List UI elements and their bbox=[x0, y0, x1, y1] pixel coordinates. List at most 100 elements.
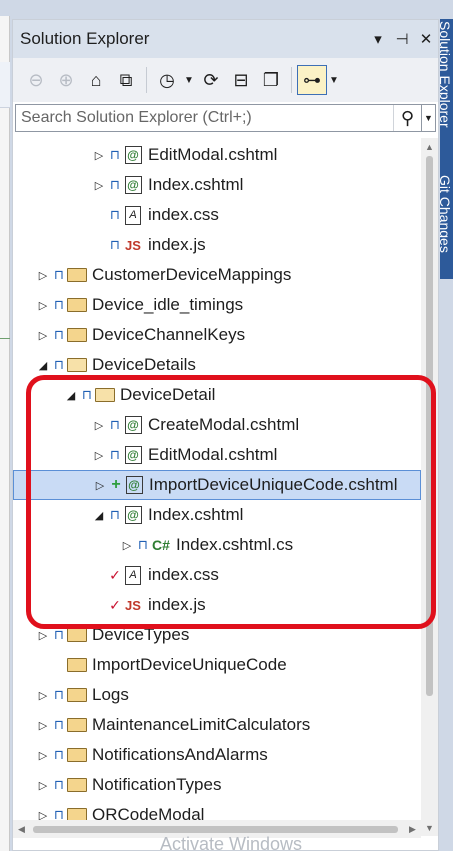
expand-arrow-icon[interactable]: ▷ bbox=[121, 530, 133, 560]
scroll-up-icon[interactable]: ▲ bbox=[421, 138, 438, 155]
lock-icon: ⊓ bbox=[53, 357, 65, 372]
expand-arrow-icon[interactable]: ▷ bbox=[37, 770, 49, 800]
tree-item[interactable]: ▷ + @ ImportDeviceUniqueCode.cshtml bbox=[13, 470, 421, 500]
tree-item[interactable]: ▷ ⊓ C# Index.cshtml.cs bbox=[13, 530, 421, 560]
scrollbar-thumb[interactable] bbox=[426, 156, 433, 696]
tree-item[interactable]: ▷ ⊓ NotificationTypes bbox=[13, 770, 421, 800]
sync-icon[interactable]: ⟳ bbox=[196, 65, 226, 95]
back-icon[interactable]: ⊖ bbox=[21, 65, 51, 95]
tree-item[interactable]: ▷ ⊓ MaintenanceLimitCalculators bbox=[13, 710, 421, 740]
tree-item[interactable]: ✓ Aindex.css bbox=[13, 560, 421, 590]
auto-hide-pin-icon[interactable]: ⊣ bbox=[390, 30, 414, 48]
tree-item[interactable]: ◢ ⊓ DeviceDetails bbox=[13, 350, 421, 380]
tree-item[interactable]: ▷ ⊓ @ EditModal.cshtml bbox=[13, 140, 421, 170]
lock-icon: ⊓ bbox=[53, 327, 65, 342]
folder-icon bbox=[66, 320, 88, 350]
expand-arrow-icon[interactable]: ▷ bbox=[37, 260, 49, 290]
scrollbar-thumb[interactable] bbox=[33, 826, 398, 833]
lock-icon: ⊓ bbox=[53, 627, 65, 642]
tree-item-label: EditModal.cshtml bbox=[148, 445, 278, 464]
expand-arrow-icon[interactable]: ▷ bbox=[37, 680, 49, 710]
tree-item[interactable]: ▷ ⊓ @ Index.cshtml bbox=[13, 170, 421, 200]
scroll-left-icon[interactable]: ◀ bbox=[13, 820, 30, 838]
expand-arrow-icon[interactable]: ▷ bbox=[94, 470, 106, 500]
lock-icon: ⊓ bbox=[137, 537, 149, 552]
editor-edge-band bbox=[0, 129, 10, 339]
chevron-down-icon[interactable]: ▼ bbox=[327, 75, 341, 86]
tree-item[interactable]: ▷ ⊓ CustomerDeviceMappings bbox=[13, 260, 421, 290]
tree-item[interactable]: ✓ JS index.js bbox=[13, 590, 421, 620]
razor-file-icon: @ bbox=[122, 170, 144, 200]
expand-arrow-icon[interactable]: ▷ bbox=[37, 740, 49, 770]
lock-icon: ⊓ bbox=[53, 747, 65, 762]
chevron-down-icon[interactable]: ▼ bbox=[182, 75, 196, 86]
pending-changes-filter-icon[interactable]: ◷ bbox=[152, 65, 182, 95]
collapse-arrow-icon[interactable]: ◢ bbox=[93, 500, 105, 530]
expand-arrow-icon[interactable]: ▷ bbox=[93, 440, 105, 470]
tree-item[interactable]: ▷ ⊓ @ CreateModal.cshtml bbox=[13, 410, 421, 440]
tree-item[interactable]: ▷ ⊓ Device_idle_timings bbox=[13, 290, 421, 320]
checked-out-icon: ✓ bbox=[109, 596, 121, 613]
csharp-file-icon: C# bbox=[152, 537, 170, 553]
tree-item[interactable]: ⊓ Aindex.css bbox=[13, 200, 421, 230]
tree-item[interactable]: ▷ ⊓ Logs bbox=[13, 680, 421, 710]
toolbar-separator bbox=[146, 67, 147, 93]
search-icon[interactable]: ⚲ bbox=[393, 105, 421, 131]
tree-item-label: Device_idle_timings bbox=[92, 295, 244, 314]
tree-item[interactable]: ImportDeviceUniqueCode bbox=[13, 650, 421, 680]
tree-item[interactable]: ◢ ⊓ @ Index.cshtml bbox=[13, 500, 421, 530]
side-tab-solution-explorer[interactable]: Solution Explorer bbox=[440, 21, 453, 128]
expand-arrow-icon[interactable]: ▷ bbox=[37, 320, 49, 350]
expand-arrow-icon[interactable]: ▷ bbox=[37, 290, 49, 320]
expand-arrow-icon[interactable]: ▷ bbox=[37, 800, 49, 821]
home-icon[interactable]: ⌂ bbox=[81, 65, 111, 95]
solution-tree: ▷ ⊓ @ EditModal.cshtml ▷ ⊓ @ Index.cshtml ⊓ Ainde… bbox=[13, 138, 421, 820]
panel-title: Solution Explorer bbox=[20, 29, 150, 48]
forward-icon[interactable]: ⊕ bbox=[51, 65, 81, 95]
scroll-down-icon[interactable]: ▼ bbox=[421, 819, 438, 836]
js-file-icon: JS bbox=[125, 237, 141, 253]
folder-icon bbox=[66, 290, 88, 320]
expand-arrow-icon[interactable]: ▷ bbox=[93, 170, 105, 200]
scroll-right-icon[interactable]: ▶ bbox=[404, 820, 421, 838]
side-tab-git-changes[interactable]: Git Changes bbox=[440, 175, 453, 253]
tree-item[interactable]: ▷ ⊓ DeviceTypes bbox=[13, 620, 421, 650]
expand-arrow-icon[interactable]: ▷ bbox=[37, 710, 49, 740]
tree-item[interactable]: ▷ ⊓ NotificationsAndAlarms bbox=[13, 740, 421, 770]
switch-views-icon[interactable]: ⧉ bbox=[111, 65, 141, 95]
folder-icon bbox=[66, 650, 88, 680]
folder-icon bbox=[66, 710, 88, 740]
tree-item[interactable]: ▷ ⊓ @ EditModal.cshtml bbox=[13, 440, 421, 470]
search-input[interactable] bbox=[16, 105, 393, 131]
tree-item-label: DeviceDetails bbox=[92, 355, 196, 374]
expand-arrow-icon[interactable]: ▷ bbox=[37, 620, 49, 650]
tree-item-label: index.css bbox=[148, 205, 219, 224]
tree-item-label: MaintenanceLimitCalculators bbox=[92, 715, 311, 734]
razor-file-icon: @ bbox=[122, 410, 144, 440]
preview-selected-icon[interactable]: ⊶ bbox=[297, 65, 327, 95]
vertical-scrollbar[interactable]: ▲ ▼ bbox=[421, 138, 438, 836]
window-position-dropdown-icon[interactable]: ▾ bbox=[366, 30, 390, 48]
tree-item-label: CreateModal.cshtml bbox=[148, 415, 300, 434]
toolbar-separator bbox=[291, 67, 292, 93]
panel-toolbar: ⊖ ⊕ ⌂ ⧉ ◷ ▼ ⟳ ⊟ ❐ ⊶ ▼ bbox=[13, 58, 438, 102]
expand-arrow-icon[interactable]: ▷ bbox=[93, 410, 105, 440]
show-all-files-icon[interactable]: ❐ bbox=[256, 65, 286, 95]
tree-item-label: index.js bbox=[148, 595, 206, 614]
lock-icon: ⊓ bbox=[109, 447, 121, 462]
close-icon[interactable]: ✕ bbox=[414, 30, 438, 48]
collapse-arrow-icon[interactable]: ◢ bbox=[37, 350, 49, 380]
tree-item[interactable]: ▷ ⊓ DeviceChannelKeys bbox=[13, 320, 421, 350]
search-options-dropdown-icon[interactable]: ▼ bbox=[421, 105, 435, 131]
collapse-all-icon[interactable]: ⊟ bbox=[226, 65, 256, 95]
expand-arrow-icon[interactable]: ▷ bbox=[93, 140, 105, 170]
search-box: ⚲ ▼ bbox=[15, 104, 436, 132]
folder-icon bbox=[66, 260, 88, 290]
tree-item[interactable]: ◢ ⊓ DeviceDetail bbox=[13, 380, 421, 410]
lock-icon: ⊓ bbox=[53, 717, 65, 732]
lock-icon: ⊓ bbox=[109, 237, 121, 252]
solution-explorer-panel: Solution Explorer ▾ ⊣ ✕ ⊖⊕⌂⧉◷▼⟳⊟❐⊶▼ ⚲ ▼ … bbox=[12, 19, 439, 851]
collapse-arrow-icon[interactable]: ◢ bbox=[65, 380, 77, 410]
tree-item[interactable]: ▷ ⊓ QRCodeModal bbox=[13, 800, 421, 820]
tree-item[interactable]: ⊓ JS index.js bbox=[13, 230, 421, 260]
